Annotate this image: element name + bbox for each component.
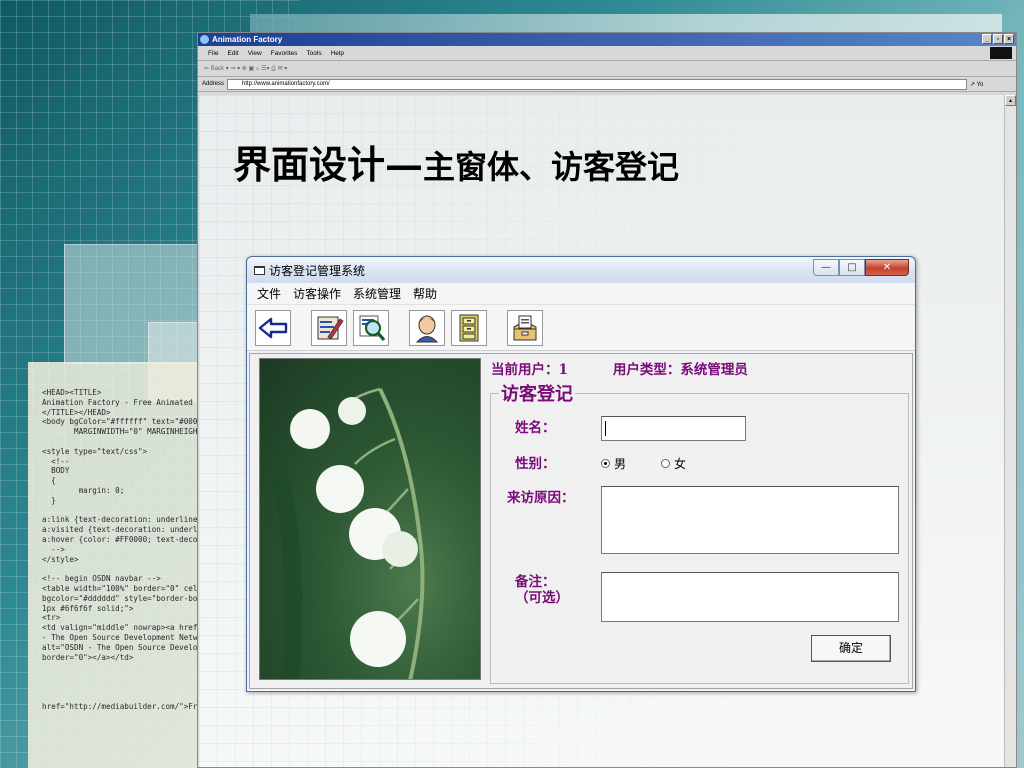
file-cabinet-icon xyxy=(459,314,479,341)
restore-button[interactable]: ▫ xyxy=(993,34,1003,44)
current-user-info: 当前用户：1 用户类型：系统管理员 xyxy=(491,358,748,378)
lily-of-the-valley-photo xyxy=(259,358,481,680)
gender-label: 性别： xyxy=(515,456,556,472)
app-menu-file[interactable]: 文件 xyxy=(257,283,281,304)
minimize-button[interactable]: _ xyxy=(982,34,992,44)
slide-title-sub: 主窗体、访客登记 xyxy=(423,148,680,186)
gender-female-radio[interactable]: 女 xyxy=(661,455,686,472)
browser-toolbar[interactable]: ⇐ Back ▾ ⇒ ▾ ⊗ ▣ ⌂ ☰▾ ⎙ ✉ ▾ xyxy=(198,61,1016,77)
user-type-label: 用户类型：系统管理员 xyxy=(612,362,748,378)
windows-logo-icon xyxy=(990,47,1012,59)
menu-edit[interactable]: Edit xyxy=(227,46,238,60)
menu-help[interactable]: Help xyxy=(331,46,344,60)
name-input[interactable] xyxy=(601,416,746,441)
flower-illustration xyxy=(271,387,425,679)
search-icon xyxy=(359,315,386,341)
user-icon xyxy=(415,315,439,342)
app-menu-bar: 文件 访客操作 系统管理 帮助 xyxy=(247,283,915,305)
back-arrow-button[interactable] xyxy=(255,309,291,346)
notes-optional-label: （可选） xyxy=(515,590,569,606)
reason-label: 来访原因： xyxy=(507,490,575,506)
app-minimize-button[interactable]: — xyxy=(813,259,839,276)
browser-menu-bar: File Edit View Favorites Tools Help xyxy=(198,46,1016,61)
app-close-button[interactable]: ✕ xyxy=(865,259,909,276)
name-label: 姓名： xyxy=(515,420,556,436)
app-window-title: 访客登记管理系统 xyxy=(269,264,366,278)
address-label: Address xyxy=(202,81,225,87)
address-bar: Address http://www.animationfactory.com/… xyxy=(198,77,1016,92)
notes-textarea[interactable] xyxy=(601,572,899,622)
ok-button[interactable]: 确定 xyxy=(811,635,891,662)
app-maximize-button[interactable]: □ xyxy=(839,259,865,276)
address-input[interactable]: http://www.animationfactory.com/ xyxy=(227,78,968,90)
close-button[interactable]: × xyxy=(1004,34,1014,44)
archive-button[interactable] xyxy=(507,309,543,346)
current-user-label: 当前用户：1 xyxy=(491,362,568,378)
app-menu-visitor-ops[interactable]: 访客操作 xyxy=(293,283,341,304)
background-top-bar xyxy=(250,14,1002,34)
scroll-up-arrow-icon[interactable]: ▴ xyxy=(1005,95,1016,106)
browser-scrollbar[interactable]: ▴ xyxy=(1004,95,1016,767)
slide-title-main: 界面设计— xyxy=(233,142,424,187)
visitor-register-group: 访客登记 姓名： 性别： 男 女 来访原因： 备注： （可选） 确定 xyxy=(490,380,909,684)
browser-title-bar: Animation Factory _ ▫ × xyxy=(198,33,1016,46)
group-title: 访客登记 xyxy=(499,380,575,406)
radio-selected-icon xyxy=(601,459,610,468)
text-cursor xyxy=(605,421,606,436)
app-menu-help[interactable]: 帮助 xyxy=(413,283,437,304)
menu-view[interactable]: View xyxy=(248,46,262,60)
app-title-bar: 访客登记管理系统 — □ ✕ xyxy=(247,257,915,283)
gender-male-label: 男 xyxy=(614,457,627,471)
app-body: 当前用户：1 用户类型：系统管理员 访客登记 姓名： 性别： 男 女 来访原因： xyxy=(249,353,913,689)
user-management-button[interactable] xyxy=(409,309,445,346)
search-visitor-button[interactable] xyxy=(353,309,389,346)
go-button[interactable]: ↗ Yo xyxy=(970,81,983,88)
back-arrow-icon xyxy=(258,317,288,338)
ie-logo-icon xyxy=(200,35,209,44)
menu-tools[interactable]: Tools xyxy=(306,46,321,60)
reason-textarea[interactable] xyxy=(601,486,899,554)
window-icon xyxy=(254,266,265,275)
app-menu-system[interactable]: 系统管理 xyxy=(353,283,401,304)
menu-file[interactable]: File xyxy=(208,46,218,60)
gender-female-label: 女 xyxy=(674,457,687,471)
browser-title: Animation Factory xyxy=(212,35,283,44)
visitor-app-window: 访客登记管理系统 — □ ✕ 文件 访客操作 系统管理 帮助 当前用户：1 用户… xyxy=(246,256,916,692)
register-visitor-button[interactable] xyxy=(311,309,347,346)
gender-male-radio[interactable]: 男 xyxy=(601,455,626,472)
slide-title: 界面设计—主窗体、访客登记 xyxy=(233,134,679,189)
app-toolbar xyxy=(247,305,915,351)
menu-favorites[interactable]: Favorites xyxy=(271,46,298,60)
records-cabinet-button[interactable] xyxy=(451,309,487,346)
edit-form-icon xyxy=(317,316,344,340)
radio-unselected-icon xyxy=(661,459,670,468)
address-url: http://www.animationfactory.com/ xyxy=(242,80,330,87)
archive-box-icon xyxy=(513,315,537,340)
